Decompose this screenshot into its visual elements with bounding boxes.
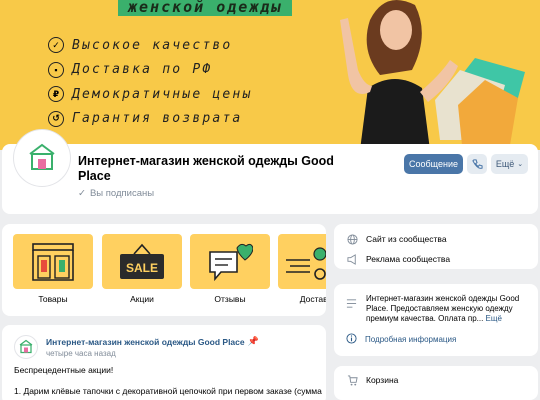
info-icon: [346, 333, 357, 346]
feature-item: ₽ Демократичные цены: [48, 82, 252, 107]
cart-card: Корзина: [334, 366, 538, 400]
more-button-label: Ещё: [495, 159, 515, 169]
post-author-name: Интернет-магазин женской одежды Good Pla…: [46, 336, 245, 347]
post-timestamp[interactable]: четыре часа назад: [46, 349, 116, 358]
cart-label: Корзина: [366, 375, 399, 385]
cover-title: женской одежды: [118, 0, 293, 16]
svg-text:SALE: SALE: [126, 261, 158, 275]
post-text-line: 1. Дарим клёвые тапочки с декоративной ц…: [14, 386, 322, 396]
detailed-info-label: Подробная информация: [365, 335, 457, 344]
subscription-status-label: Вы подписаны: [89, 188, 155, 199]
about-description: Интернет-магазин женской одежды Good Pla…: [366, 294, 531, 324]
storefront-icon: [32, 242, 74, 281]
pin-icon: 📌: [247, 336, 259, 346]
community-links-card: Сайт из сообщества Реклама сообщества: [334, 224, 538, 269]
subscription-status[interactable]: ✓ Вы подписаны: [78, 188, 154, 199]
category-label: Доставка: [299, 294, 326, 304]
community-header-card: Интернет-магазин женской одежды Good Pla…: [2, 130, 538, 214]
feature-item: ▪ Доставка по РФ: [48, 58, 252, 83]
more-button[interactable]: Ещё ⌄: [491, 154, 528, 174]
megaphone-icon: [346, 253, 358, 265]
about-card: Интернет-магазин женской одежды Good Pla…: [334, 284, 538, 356]
wall-post: Интернет-магазин женской одежды Good Pla…: [2, 325, 326, 400]
community-name: Интернет-магазин женской одежды Good Pla…: [78, 154, 334, 183]
detailed-info-link[interactable]: Подробная информация: [346, 333, 456, 346]
category-sales[interactable]: SALE Акции: [102, 234, 182, 304]
store-logo-icon: [29, 143, 55, 170]
category-tile[interactable]: [278, 234, 326, 289]
post-author-link[interactable]: Интернет-магазин женской одежды Good Pla…: [46, 336, 259, 347]
ruble-icon: ₽: [48, 86, 64, 103]
feature-text: Гарантия возврата: [72, 111, 243, 127]
category-delivery[interactable]: Доставка: [278, 234, 326, 304]
feature-item: ✓ Высокое качество: [48, 33, 252, 58]
store-logo-icon: [19, 339, 33, 354]
category-products[interactable]: Товары: [13, 234, 93, 304]
cart-icon: [346, 374, 358, 386]
category-tile[interactable]: SALE: [102, 234, 182, 289]
category-tile[interactable]: [190, 234, 270, 289]
cart-link[interactable]: Корзина: [334, 370, 538, 390]
feature-item: ↺ Гарантия возврата: [48, 107, 252, 132]
about-more-link[interactable]: Ещё: [486, 314, 502, 323]
cover-banner: женской одежды ✓ Высокое качество ▪ Дост…: [0, 0, 540, 150]
return-arrow-icon: ↺: [48, 110, 64, 127]
feature-text: Демократичные цены: [72, 86, 253, 102]
checkmark-icon: ✓: [78, 188, 86, 199]
message-button[interactable]: Сообщение: [404, 154, 463, 174]
ads-link-label: Реклама сообщества: [366, 254, 451, 264]
post-author-avatar[interactable]: [14, 335, 38, 359]
info-lines-icon: [346, 296, 357, 314]
chevron-down-icon: ⌄: [517, 161, 524, 168]
site-link[interactable]: Сайт из сообщества: [334, 229, 538, 249]
category-label: Товары: [38, 294, 68, 304]
community-avatar[interactable]: [14, 130, 70, 186]
feature-text: Доставка по РФ: [72, 62, 213, 78]
sale-sign-icon: SALE: [120, 243, 164, 279]
globe-icon: [346, 233, 358, 245]
model-with-shopping-bags-image: [340, 0, 525, 150]
delivery-truck-icon: ▪: [48, 61, 64, 78]
catalog-sections: Товары SALE Акции Отзывы Достав: [2, 224, 326, 316]
ads-link[interactable]: Реклама сообщества: [334, 249, 538, 269]
call-button[interactable]: [467, 154, 487, 174]
site-link-label: Сайт из сообщества: [366, 234, 447, 244]
heart-chat-icon: [209, 243, 253, 281]
post-text-line: Беспрецедентные акции!: [14, 365, 114, 375]
feature-list: ✓ Высокое качество ▪ Доставка по РФ ₽ Де…: [48, 33, 252, 131]
quality-badge-icon: ✓: [48, 37, 64, 54]
category-tile[interactable]: [13, 234, 93, 289]
feature-text: Высокое качество: [72, 37, 233, 53]
category-label: Отзывы: [214, 294, 246, 304]
category-reviews[interactable]: Отзывы: [190, 234, 270, 304]
delivery-icon: [286, 246, 326, 280]
category-label: Акции: [130, 294, 154, 304]
phone-icon: [471, 158, 483, 169]
